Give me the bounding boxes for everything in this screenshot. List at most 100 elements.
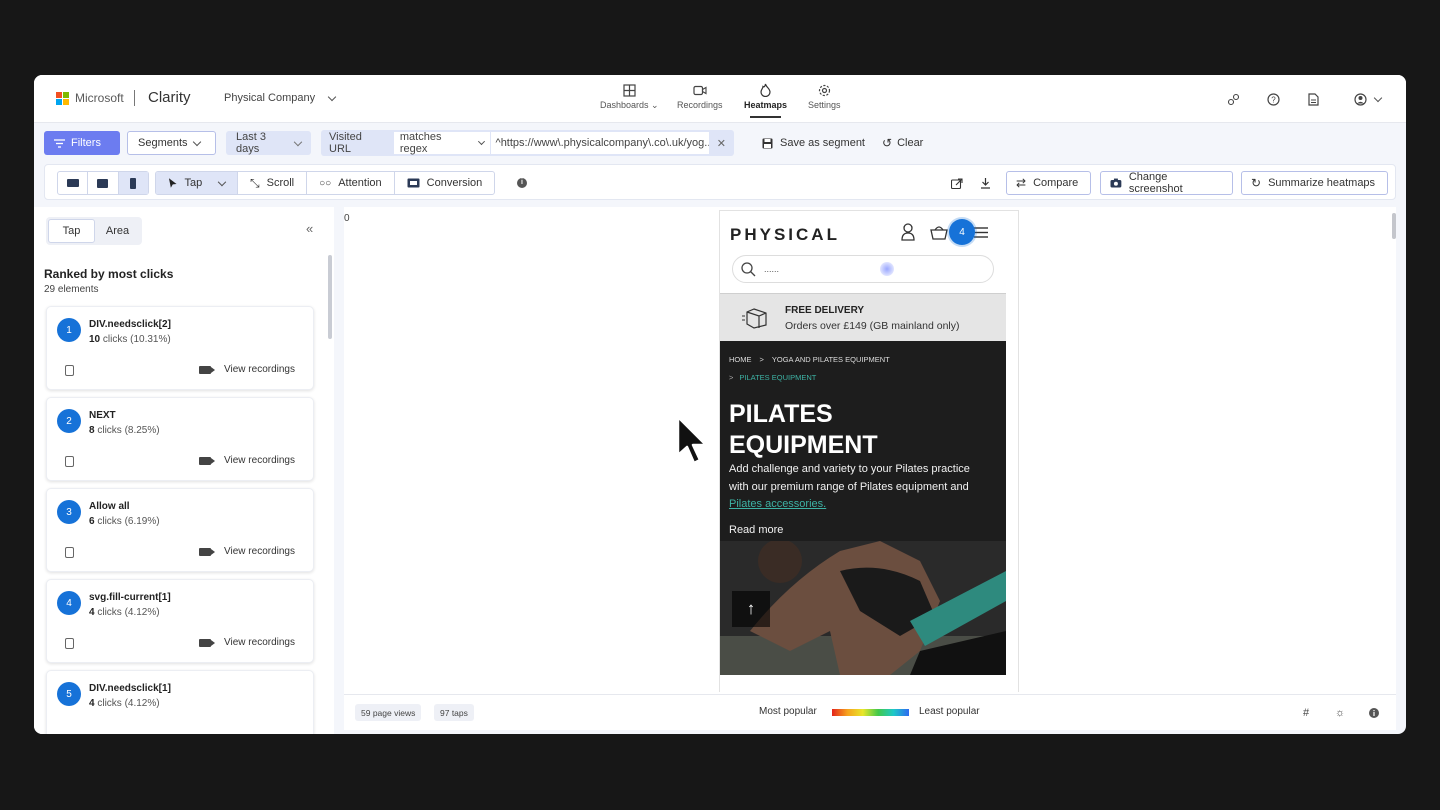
tap-count-badge[interactable]: 4 xyxy=(949,219,975,245)
mode-label: Tap xyxy=(184,177,203,189)
video-icon xyxy=(693,83,707,97)
breadcrumb-separator: > xyxy=(759,355,764,364)
breadcrumb-current: PILATES EQUIPMENT xyxy=(739,373,817,382)
panel-scrollbar[interactable] xyxy=(328,255,332,339)
segments-dropdown[interactable]: Segments xyxy=(127,131,216,155)
heat-spot xyxy=(880,262,894,276)
clear-label: Clear xyxy=(897,137,924,149)
clicks-ranking-panel: Tap Area « Ranked by most clicks 29 elem… xyxy=(34,207,334,734)
info-icon[interactable]: i xyxy=(517,178,527,188)
ranked-element-card[interactable]: 4 svg.fill-current[1] 4 clicks (4.12%) V… xyxy=(46,579,314,663)
chevron-down-icon xyxy=(217,177,227,186)
arrow-up-icon: ↑ xyxy=(732,591,770,627)
mode-conversion[interactable]: Conversion xyxy=(395,172,495,194)
clear-button[interactable]: ↺ Clear xyxy=(872,131,933,155)
collapse-panel-icon[interactable]: « xyxy=(306,221,313,236)
mode-label: Scroll xyxy=(266,177,295,189)
user-icon xyxy=(901,223,915,241)
nav-label: Recordings xyxy=(677,100,723,110)
mobile-device-button[interactable] xyxy=(118,172,148,194)
ranked-element-card[interactable]: 1 DIV.needsclick[2] 10 clicks (10.31%) V… xyxy=(46,306,314,390)
desktop-device-button[interactable] xyxy=(58,172,89,194)
heatmap-footer: 59 page views 97 taps Most popular Least… xyxy=(344,694,1396,730)
nav-settings[interactable]: Settings xyxy=(808,83,841,110)
element-clicks: 8 clicks (8.25%) xyxy=(89,425,160,436)
app-title[interactable]: Clarity xyxy=(148,89,191,106)
ranked-element-card[interactable]: 5 DIV.needsclick[1] 4 clicks (4.12%) xyxy=(46,670,314,734)
copy-icon[interactable] xyxy=(65,547,74,558)
close-icon[interactable]: ✕ xyxy=(709,137,734,150)
microsoft-logo[interactable]: Microsoft xyxy=(56,91,124,105)
user-circle-icon xyxy=(1353,92,1367,106)
save-as-segment-label: Save as segment xyxy=(780,137,865,149)
tab-tap[interactable]: Tap xyxy=(48,219,95,243)
share-icon[interactable] xyxy=(951,177,963,189)
ranking-heading: Ranked by most clicks xyxy=(44,267,174,281)
mode-attention[interactable]: ○○ Attention xyxy=(307,172,395,194)
rank-badge: 2 xyxy=(57,409,81,433)
nav-dashboards[interactable]: Dashboards ⌄ xyxy=(600,83,659,111)
date-range-dropdown[interactable]: Last 3 days xyxy=(226,131,311,155)
scroll-depth-label: 0 xyxy=(344,213,350,224)
share-people-icon[interactable] xyxy=(1226,92,1240,106)
change-screenshot-button[interactable]: Change screenshot xyxy=(1100,171,1233,195)
summarize-heatmaps-button[interactable]: ↻ Summarize heatmaps xyxy=(1241,171,1388,195)
breadcrumb: HOME > YOGA AND PILATES EQUIPMENT xyxy=(729,355,890,364)
ranked-element-card[interactable]: 3 Allow all 6 clicks (6.19%) View record… xyxy=(46,488,314,572)
element-clicks: 4 clicks (4.12%) xyxy=(89,607,160,618)
document-icon[interactable] xyxy=(1306,92,1320,106)
gear-icon xyxy=(817,83,831,97)
segments-label: Segments xyxy=(138,137,188,149)
help-icon[interactable]: ? xyxy=(1266,92,1280,106)
copy-icon[interactable] xyxy=(65,456,74,467)
copy-icon[interactable] xyxy=(65,365,74,376)
canvas-scrollbar[interactable] xyxy=(1392,213,1396,239)
copy-icon[interactable] xyxy=(65,638,74,649)
tablet-device-button[interactable] xyxy=(88,172,119,194)
heatmap-canvas[interactable]: 0 PHYSICAL 4 ...... FREE DELIVERY Orders… xyxy=(344,207,1396,694)
hashtag-settings-icon[interactable]: # xyxy=(1299,706,1313,720)
info-icon[interactable] xyxy=(1367,706,1381,720)
brightness-icon[interactable]: ☼ xyxy=(1333,706,1347,720)
url-filter-chip[interactable]: Visited URL matches regex ^https://www\.… xyxy=(321,130,734,156)
video-icon xyxy=(199,547,216,556)
compare-button[interactable]: ⇄ Compare xyxy=(1006,171,1091,195)
category-title: PILATES EQUIPMENT xyxy=(729,400,878,459)
microsoft-label: Microsoft xyxy=(75,91,124,105)
project-selector[interactable]: Physical Company xyxy=(224,92,337,104)
conversion-icon xyxy=(407,178,420,188)
save-as-segment-button[interactable]: Save as segment xyxy=(752,131,875,155)
url-operator-dropdown[interactable]: matches regex xyxy=(393,131,491,155)
filters-button[interactable]: Filters xyxy=(44,131,120,155)
site-logo: PHYSICAL xyxy=(730,225,840,244)
account-menu[interactable] xyxy=(1352,92,1382,106)
mobile-icon xyxy=(130,177,137,189)
view-recordings-link[interactable]: View recordings xyxy=(199,546,295,557)
glasses-icon: ○○ xyxy=(319,177,332,189)
tablet-icon xyxy=(97,178,109,188)
chevron-down-icon xyxy=(477,137,485,146)
read-more-link: Read more xyxy=(729,524,784,536)
view-recordings-link[interactable]: View recordings xyxy=(199,364,295,375)
url-filter-label: Visited URL xyxy=(329,131,362,155)
view-recordings-link[interactable]: View recordings xyxy=(199,455,295,466)
view-recordings-link[interactable]: View recordings xyxy=(199,637,295,648)
compare-label: Compare xyxy=(1033,177,1079,189)
rank-badge: 3 xyxy=(57,500,81,524)
ranked-element-card[interactable]: 2 NEXT 8 clicks (8.25%) View recordings xyxy=(46,397,314,481)
mouse-cursor-icon xyxy=(676,415,708,465)
mode-scroll[interactable]: ⤡ Scroll xyxy=(238,172,308,194)
nav-label: Settings xyxy=(808,100,841,110)
tab-area[interactable]: Area xyxy=(95,219,140,243)
breadcrumb-category: YOGA AND PILATES EQUIPMENT xyxy=(771,355,890,364)
url-value-input[interactable]: ^https://www\.physicalcompany\.co\.uk/yo… xyxy=(490,132,709,154)
mode-tap[interactable]: Tap xyxy=(156,172,238,194)
nav-recordings[interactable]: Recordings xyxy=(677,83,723,110)
chevron-down-icon xyxy=(192,137,201,146)
download-icon[interactable] xyxy=(979,177,991,189)
nav-heatmaps[interactable]: Heatmaps xyxy=(744,83,787,118)
change-screenshot-label: Change screenshot xyxy=(1128,171,1183,195)
delivery-title: FREE DELIVERY xyxy=(785,305,865,316)
delivery-subtitle: Orders over £149 (GB mainland only) xyxy=(785,320,960,332)
swap-icon: ⇄ xyxy=(1016,176,1027,190)
